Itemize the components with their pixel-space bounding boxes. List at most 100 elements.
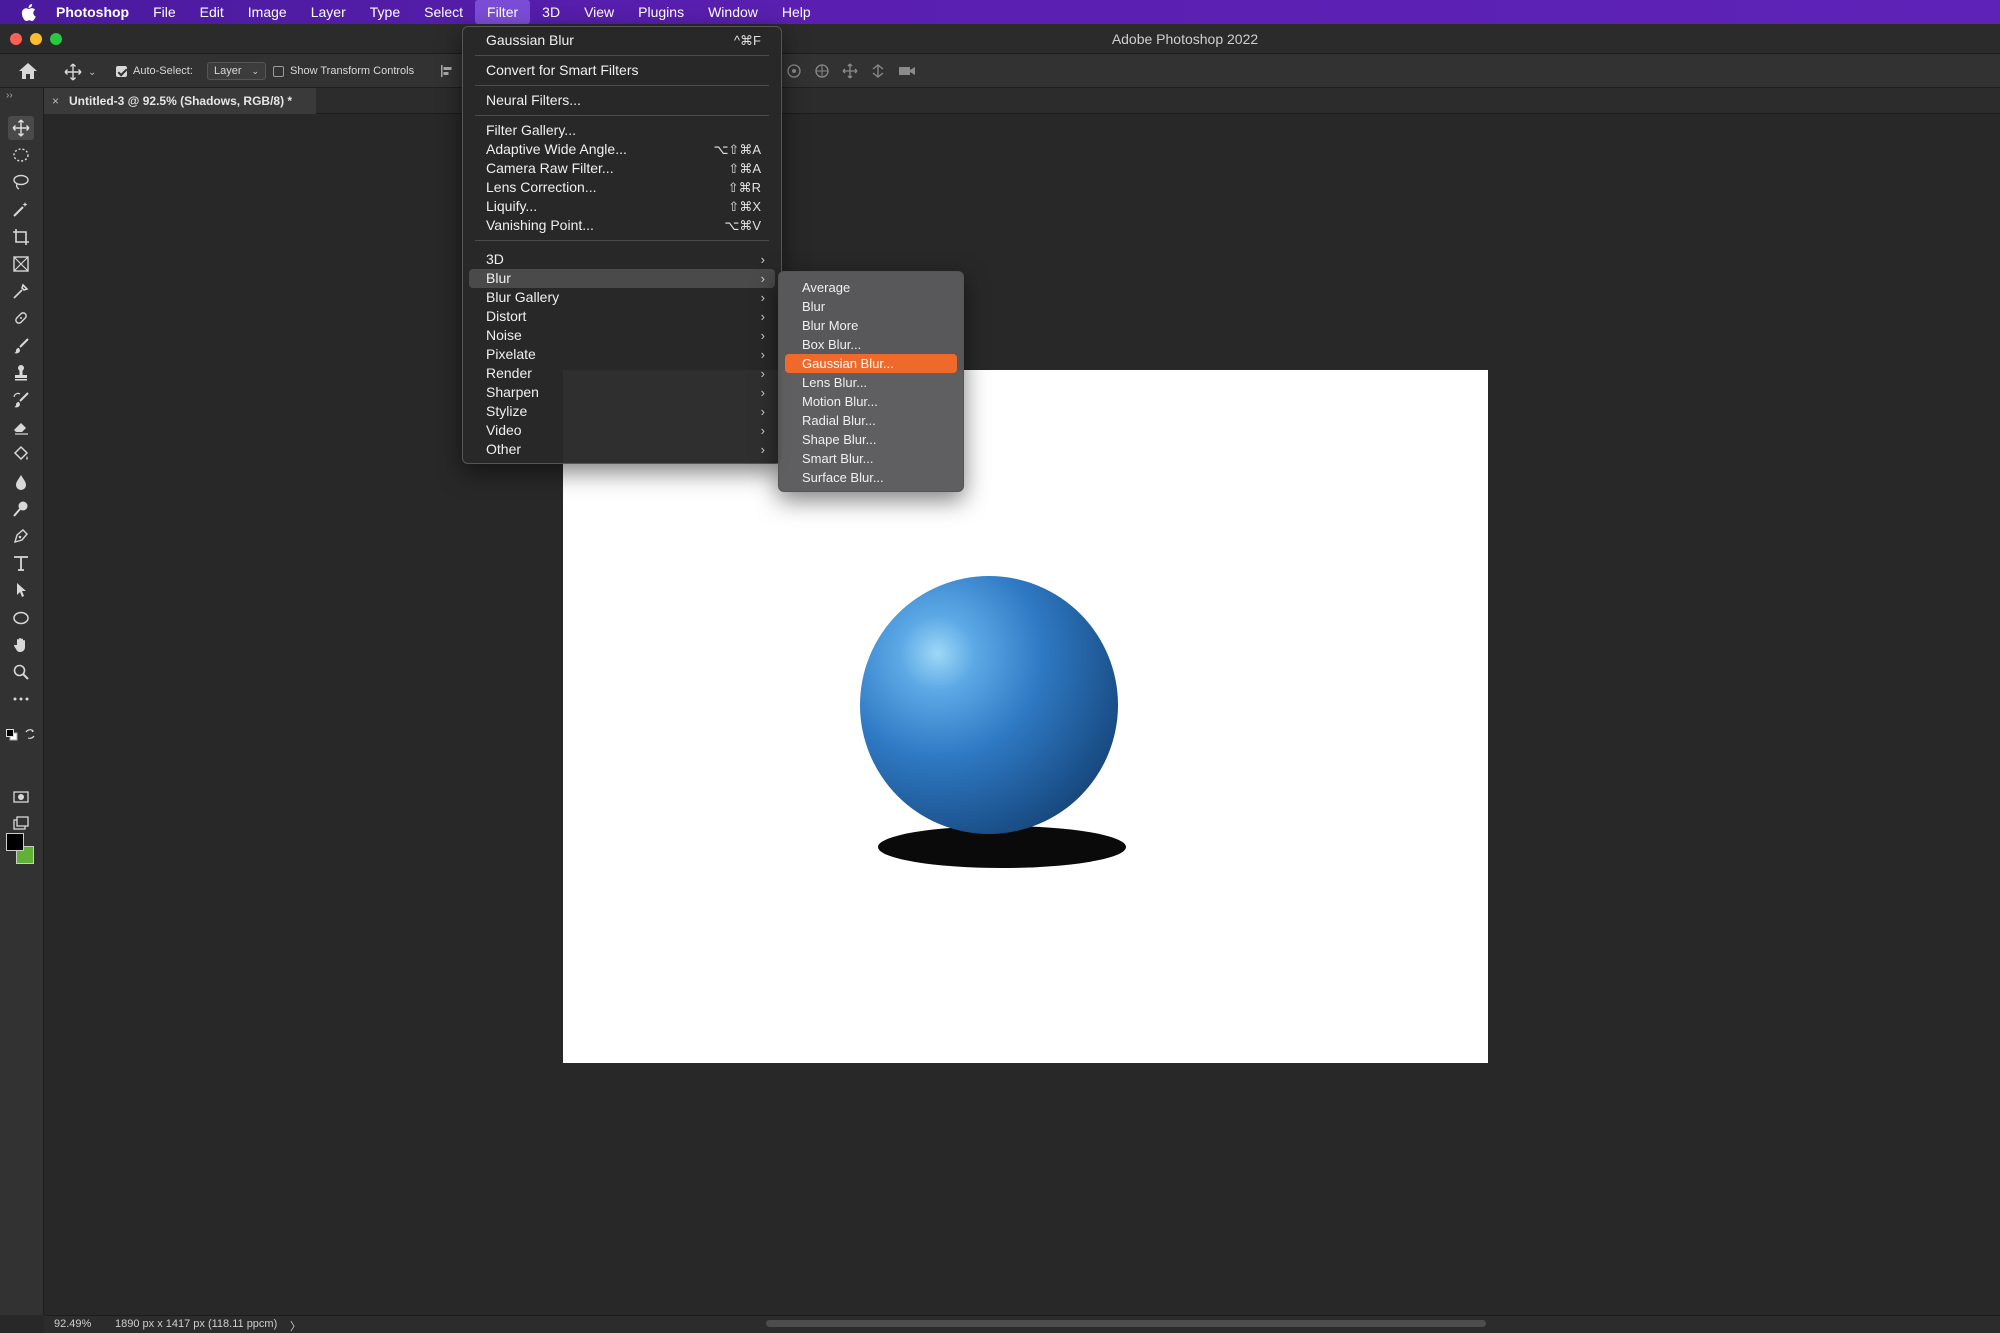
- close-tab-icon[interactable]: ×: [52, 94, 59, 108]
- eraser-icon[interactable]: [8, 415, 34, 439]
- swap-colors-icon[interactable]: [24, 727, 36, 745]
- menu-view[interactable]: View: [572, 0, 626, 24]
- menu-type[interactable]: Type: [358, 0, 412, 24]
- 3d-roll-icon[interactable]: [786, 63, 802, 82]
- menu-item-convert-smart-filters[interactable]: Convert for Smart Filters: [469, 61, 775, 80]
- menu-item-distort[interactable]: Distort ›: [469, 307, 775, 326]
- menu-item-stylize[interactable]: Stylize ›: [469, 402, 775, 421]
- menu-item-other[interactable]: Other ›: [469, 440, 775, 459]
- zoom-level[interactable]: 92.49%: [54, 1318, 91, 1330]
- menu-layer[interactable]: Layer: [299, 0, 358, 24]
- menu-help[interactable]: Help: [770, 0, 823, 24]
- document-canvas[interactable]: [563, 370, 1488, 1063]
- default-colors-icon[interactable]: [6, 728, 18, 746]
- menu-item-box-blur[interactable]: Box Blur...: [785, 335, 957, 354]
- menu-item-adaptive-wide-angle[interactable]: Adaptive Wide Angle... ⌥⇧⌘A: [469, 140, 775, 159]
- align-left-icon[interactable]: [440, 64, 454, 78]
- hand-tool-icon[interactable]: [8, 633, 34, 657]
- dodge-tool-icon[interactable]: [8, 497, 34, 521]
- menu-item-blur-gallery[interactable]: Blur Gallery ›: [469, 288, 775, 307]
- menu-item-3d[interactable]: 3D ›: [469, 250, 775, 269]
- menu-item-gaussian-blur[interactable]: Gaussian Blur...: [785, 354, 957, 373]
- history-brush-icon[interactable]: [8, 388, 34, 412]
- auto-select-checkbox[interactable]: Auto-Select:: [116, 65, 193, 77]
- lasso-tool-icon[interactable]: [8, 170, 34, 194]
- eyedropper-icon[interactable]: [8, 279, 34, 303]
- show-transform-controls-checkbox[interactable]: Show Transform Controls: [273, 65, 414, 77]
- ellipse-tool-icon[interactable]: [8, 606, 34, 630]
- menu-filter[interactable]: Filter: [475, 0, 531, 24]
- paint-bucket-icon[interactable]: [8, 442, 34, 466]
- mac-menubar: Photoshop File Edit Image Layer Type Sel…: [0, 0, 2000, 24]
- 3d-pan-icon[interactable]: [842, 63, 858, 82]
- quick-mask-icon[interactable]: [8, 785, 34, 809]
- menu-item-camera-raw[interactable]: Camera Raw Filter... ⇧⌘A: [469, 159, 775, 178]
- more-tools-icon[interactable]: [8, 687, 34, 711]
- menu-item-average[interactable]: Average: [785, 278, 957, 297]
- menu-item-video[interactable]: Video ›: [469, 421, 775, 440]
- menu-select[interactable]: Select: [412, 0, 475, 24]
- marquee-tool-icon[interactable]: [8, 143, 34, 167]
- filter-gallery-label: Filter Gallery...: [486, 122, 576, 138]
- menu-item-radial-blur[interactable]: Radial Blur...: [785, 411, 957, 430]
- healing-brush-icon[interactable]: [8, 306, 34, 330]
- liquify-label: Liquify...: [486, 198, 538, 214]
- menu-item-lens-correction[interactable]: Lens Correction... ⇧⌘R: [469, 178, 775, 197]
- blur-tool-icon[interactable]: [8, 470, 34, 494]
- menu-item-smart-blur[interactable]: Smart Blur...: [785, 449, 957, 468]
- window-titlebar: Adobe Photoshop 2022: [0, 24, 2000, 54]
- document-tab[interactable]: × Untitled-3 @ 92.5% (Shadows, RGB/8) *: [44, 88, 316, 114]
- 3d-orbit-icon[interactable]: [814, 63, 830, 82]
- menu-plugins[interactable]: Plugins: [626, 0, 696, 24]
- menu-item-pixelate[interactable]: Pixelate ›: [469, 345, 775, 364]
- menu-item-blur-more[interactable]: Blur More: [785, 316, 957, 335]
- lens-correction-shortcut: ⇧⌘R: [727, 180, 761, 195]
- menu-item-liquify[interactable]: Liquify... ⇧⌘X: [469, 197, 775, 216]
- menu-item-blur[interactable]: Blur ›: [469, 269, 775, 288]
- brush-tool-icon[interactable]: [8, 334, 34, 358]
- move-tool-preset-icon[interactable]: ⌄: [64, 63, 96, 81]
- menu-window[interactable]: Window: [696, 0, 770, 24]
- pen-tool-icon[interactable]: [8, 524, 34, 548]
- panel-collapse-icon[interactable]: ››: [6, 90, 13, 101]
- menu-image[interactable]: Image: [236, 0, 299, 24]
- status-info-arrow-icon[interactable]: 〉: [290, 1318, 301, 1333]
- chevron-down-icon: ⌄: [251, 65, 260, 76]
- type-tool-icon[interactable]: [8, 551, 34, 575]
- menu-item-blur-filter[interactable]: Blur: [785, 297, 957, 316]
- menu-item-render[interactable]: Render ›: [469, 364, 775, 383]
- auto-select-target-dropdown[interactable]: Layer ⌄: [207, 62, 267, 80]
- menu-item-motion-blur[interactable]: Motion Blur...: [785, 392, 957, 411]
- menu-separator: [475, 115, 769, 116]
- screen-mode-icon[interactable]: [8, 812, 34, 836]
- camera-raw-label: Camera Raw Filter...: [486, 160, 614, 176]
- menu-item-filter-gallery[interactable]: Filter Gallery...: [469, 121, 775, 140]
- path-selection-icon[interactable]: [8, 578, 34, 602]
- 3d-camera-icon[interactable]: [898, 64, 916, 81]
- horizontal-scrollbar[interactable]: [766, 1320, 1486, 1327]
- menu-edit[interactable]: Edit: [188, 0, 236, 24]
- magic-wand-icon[interactable]: [8, 197, 34, 221]
- apple-logo-icon[interactable]: [0, 3, 56, 21]
- vanishing-point-label: Vanishing Point...: [486, 217, 594, 233]
- menu-item-lens-blur[interactable]: Lens Blur...: [785, 373, 957, 392]
- clone-stamp-icon[interactable]: [8, 361, 34, 385]
- submenu-pixelate-label: Pixelate: [486, 346, 536, 362]
- move-tool-icon[interactable]: [8, 116, 34, 140]
- menu-item-vanishing-point[interactable]: Vanishing Point... ⌥⌘V: [469, 216, 775, 235]
- crop-tool-icon[interactable]: [8, 225, 34, 249]
- menu-item-shape-blur[interactable]: Shape Blur...: [785, 430, 957, 449]
- zoom-tool-icon[interactable]: [8, 660, 34, 684]
- menu-item-neural-filters[interactable]: Neural Filters...: [469, 91, 775, 110]
- menu-app-photoshop[interactable]: Photoshop: [56, 0, 141, 24]
- home-icon[interactable]: [18, 62, 38, 80]
- menu-item-noise[interactable]: Noise ›: [469, 326, 775, 345]
- vanishing-point-shortcut: ⌥⌘V: [724, 218, 761, 233]
- menu-item-sharpen[interactable]: Sharpen ›: [469, 383, 775, 402]
- frame-tool-icon[interactable]: [8, 252, 34, 276]
- menu-item-last-filter[interactable]: Gaussian Blur ^⌘F: [469, 31, 775, 50]
- menu-3d[interactable]: 3D: [530, 0, 572, 24]
- menu-file[interactable]: File: [141, 0, 188, 24]
- menu-item-surface-blur[interactable]: Surface Blur...: [785, 468, 957, 487]
- 3d-slide-icon[interactable]: [870, 63, 886, 82]
